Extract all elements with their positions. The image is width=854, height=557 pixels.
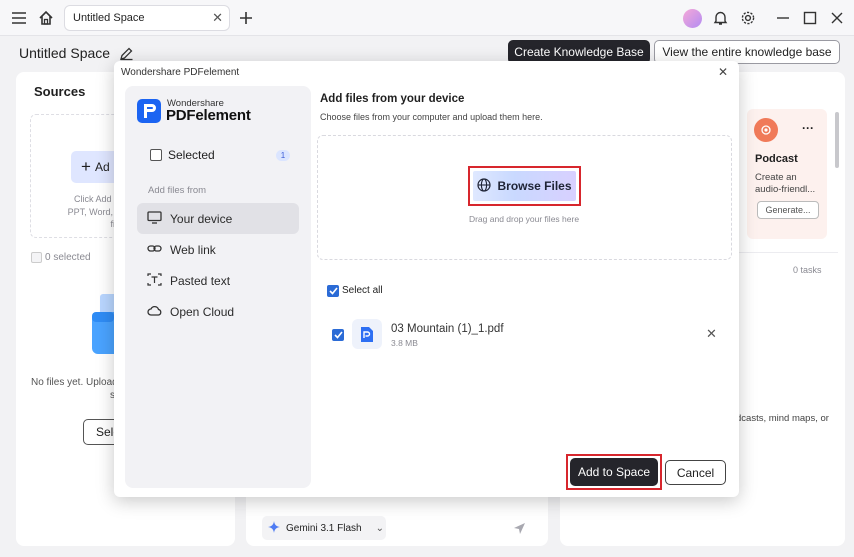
space-title: Untitled Space — [19, 45, 111, 61]
podcast-description: Create an audio-friendl... — [755, 172, 815, 196]
cancel-button[interactable]: Cancel — [665, 460, 726, 485]
file-size: 3.8 MB — [391, 338, 418, 348]
tab-untitled-space[interactable]: Untitled Space ✕ — [64, 5, 230, 31]
generate-button[interactable]: Generate... — [757, 201, 819, 219]
file-dropzone[interactable]: Browse Files Drag and drop your files he… — [317, 135, 732, 260]
selected-count-badge: 1 — [276, 150, 290, 161]
sidebar-item-label: Your device — [170, 211, 233, 226]
minimize-icon[interactable] — [772, 7, 794, 29]
drag-hint: Drag and drop your files here — [468, 214, 580, 224]
bell-icon[interactable] — [709, 7, 731, 29]
model-label: Gemini 3.1 Flash — [286, 522, 362, 534]
sidebar-item-label: Pasted text — [170, 273, 231, 288]
select-all-checkbox[interactable] — [327, 285, 339, 297]
select-all-sources-checkbox[interactable] — [31, 252, 42, 263]
podcast-desc-line: audio-friendl... — [755, 184, 816, 195]
text-icon — [147, 272, 162, 289]
podcast-title: Podcast — [755, 153, 798, 165]
sidebar-item-pasted-text[interactable]: Pasted text — [137, 265, 299, 296]
sources-title: Sources — [34, 84, 86, 99]
dialog-title: Wondershare PDFelement — [121, 67, 240, 78]
monitor-icon — [147, 210, 162, 227]
globe-icon — [477, 177, 492, 195]
tab-label: Untitled Space — [73, 12, 145, 24]
tasks-count: 0 tasks — [793, 265, 822, 275]
avatar[interactable] — [683, 9, 702, 28]
podcast-icon — [754, 118, 778, 142]
scrollbar[interactable] — [835, 112, 839, 168]
add-to-space-button[interactable]: Add to Space — [570, 458, 658, 486]
pdf-file-icon — [352, 319, 382, 349]
studio-footer-text: dcasts, mind maps, or — [736, 413, 829, 424]
close-dialog-icon[interactable]: ✕ — [718, 65, 728, 79]
menu-icon[interactable] — [8, 7, 30, 29]
file-checkbox[interactable] — [332, 329, 344, 341]
sidebar-item-label: Web link — [170, 242, 216, 257]
home-icon[interactable] — [35, 7, 57, 29]
close-window-icon[interactable] — [826, 7, 848, 29]
browse-files-label: Browse Files — [497, 179, 572, 193]
pdfelement-logo-icon — [137, 99, 161, 123]
selected-checkbox[interactable] — [150, 149, 162, 161]
dialog-sidebar: Wondershare PDFelement Selected 1 Add fi… — [125, 86, 311, 488]
selected-label: Selected — [168, 148, 215, 162]
add-files-dialog: Wondershare PDFelement ✕ Wondershare PDF… — [114, 61, 739, 497]
sidebar-item-your-device[interactable]: Your device — [137, 203, 299, 234]
add-files-from-label: Add files from — [148, 185, 207, 196]
podcast-card[interactable]: ··· Podcast Create an audio-friendl... G… — [747, 109, 827, 239]
cloud-icon — [147, 304, 162, 320]
plus-icon: + — [81, 157, 91, 176]
select-all-label: Select all — [342, 285, 383, 296]
more-icon[interactable]: ··· — [802, 121, 814, 135]
selected-count: 0 selected — [45, 252, 91, 263]
maximize-icon[interactable] — [799, 7, 821, 29]
file-name: 03 Mountain (1)_1.pdf — [391, 323, 504, 335]
dialog-heading: Add files from your device — [320, 93, 465, 105]
title-bar: Untitled Space ✕ — [0, 0, 854, 36]
gear-icon[interactable] — [737, 7, 759, 29]
podcast-desc-line: Create an — [755, 172, 797, 183]
gemini-icon — [268, 520, 280, 536]
brand-name: PDFelement — [166, 107, 251, 124]
sidebar-item-open-cloud[interactable]: Open Cloud — [137, 296, 299, 327]
dialog-subheading: Choose files from your computer and uplo… — [320, 112, 543, 122]
empty-text: No files yet. Upload — [31, 377, 118, 388]
new-tab-icon[interactable] — [235, 7, 257, 29]
model-selector[interactable]: Gemini 3.1 Flash ⌄ — [262, 516, 386, 540]
send-icon[interactable] — [513, 522, 526, 540]
remove-file-icon[interactable]: ✕ — [706, 326, 717, 342]
sidebar-item-label: Open Cloud — [170, 304, 235, 319]
add-sources-label: Ad — [94, 160, 110, 174]
browse-files-button[interactable]: Browse Files — [471, 169, 578, 203]
link-icon — [147, 242, 162, 258]
close-tab-icon[interactable]: ✕ — [212, 10, 223, 26]
sidebar-item-web-link[interactable]: Web link — [137, 234, 299, 265]
chevron-down-icon: ⌄ — [375, 522, 384, 534]
